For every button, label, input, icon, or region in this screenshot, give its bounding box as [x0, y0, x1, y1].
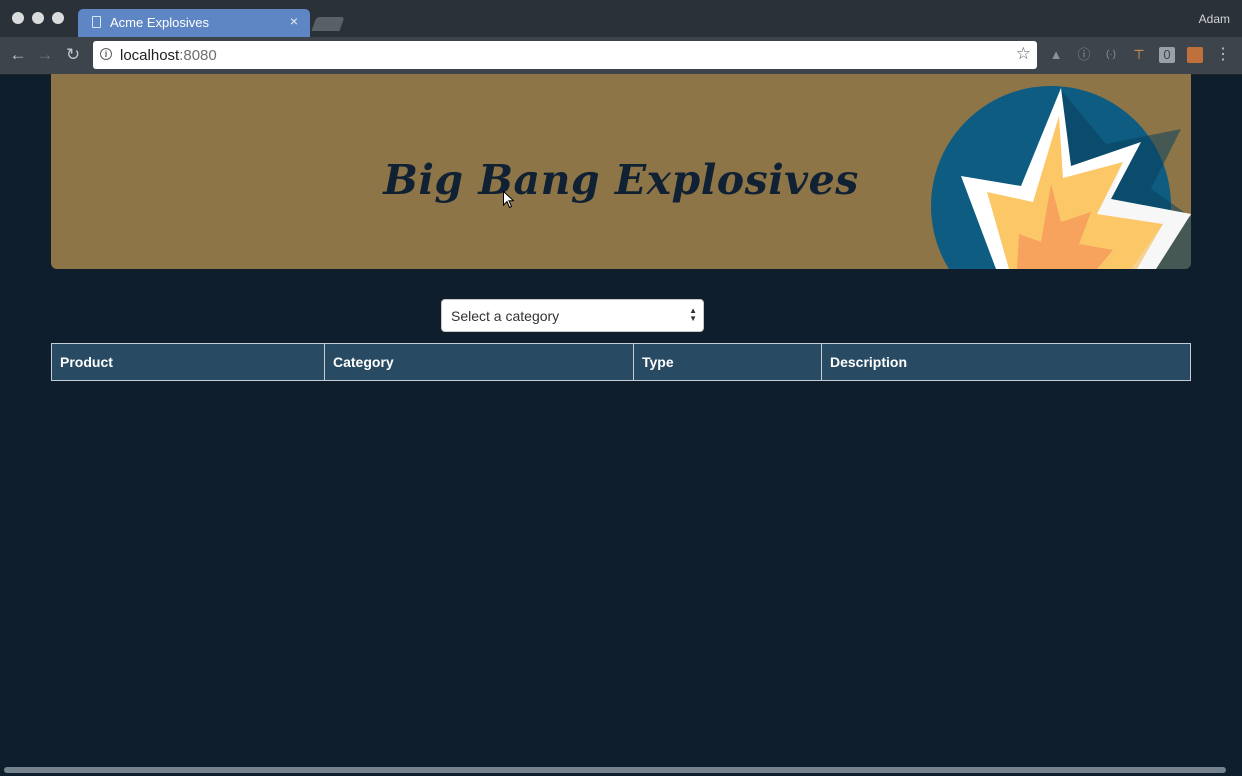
- pin-extension-icon[interactable]: ⊤: [1131, 47, 1147, 63]
- browser-titlebar: Acme Explosives × Adam: [0, 0, 1242, 37]
- browser-tab[interactable]: Acme Explosives ×: [78, 9, 310, 37]
- table-header-row: Product Category Type Description: [51, 343, 1191, 381]
- toolbox-extension-icon[interactable]: [1187, 47, 1203, 63]
- info-extension-icon[interactable]: ⓘ: [1076, 47, 1092, 63]
- column-header-description[interactable]: Description: [821, 343, 1191, 381]
- address-bar[interactable]: i localhost:8080 ☆: [93, 41, 1037, 69]
- profile-name[interactable]: Adam: [1199, 12, 1230, 26]
- url-text: localhost:8080: [120, 47, 217, 64]
- url-port: :8080: [179, 47, 217, 64]
- bookmark-star-icon[interactable]: ☆: [1016, 44, 1031, 64]
- column-header-type[interactable]: Type: [633, 343, 822, 381]
- tab-title: Acme Explosives: [110, 15, 209, 30]
- horizontal-scrollbar[interactable]: [4, 767, 1226, 773]
- mouse-cursor-icon: [503, 191, 514, 209]
- window-close-icon[interactable]: [12, 12, 24, 24]
- window-minimize-icon[interactable]: [32, 12, 44, 24]
- column-header-category[interactable]: Category: [324, 343, 634, 381]
- new-tab-button[interactable]: [311, 17, 345, 31]
- code-extension-icon[interactable]: (·): [1103, 47, 1119, 63]
- category-select[interactable]: Select a category ▲ ▼: [441, 299, 704, 332]
- column-header-product[interactable]: Product: [51, 343, 325, 381]
- category-select-value: Select a category: [451, 308, 560, 324]
- back-arrow-icon[interactable]: ←: [8, 45, 28, 65]
- drive-extension-icon[interactable]: ▲: [1048, 47, 1064, 63]
- hero-banner: Big Bang Explosives: [51, 74, 1191, 269]
- explosion-icon: [931, 86, 1191, 269]
- counter-extension-icon[interactable]: 0: [1159, 47, 1175, 63]
- products-table: Product Category Type Description: [51, 343, 1191, 381]
- tab-close-icon[interactable]: ×: [290, 13, 298, 29]
- page-document-icon: [92, 16, 101, 28]
- reload-icon[interactable]: ↻: [63, 45, 83, 65]
- menu-dots-icon[interactable]: ⋮: [1215, 47, 1231, 63]
- select-arrows-icon: ▲ ▼: [689, 306, 697, 323]
- site-info-icon[interactable]: i: [100, 48, 112, 60]
- url-host: localhost: [120, 47, 180, 64]
- forward-arrow-icon[interactable]: →: [35, 45, 55, 65]
- window-zoom-icon[interactable]: [52, 12, 64, 24]
